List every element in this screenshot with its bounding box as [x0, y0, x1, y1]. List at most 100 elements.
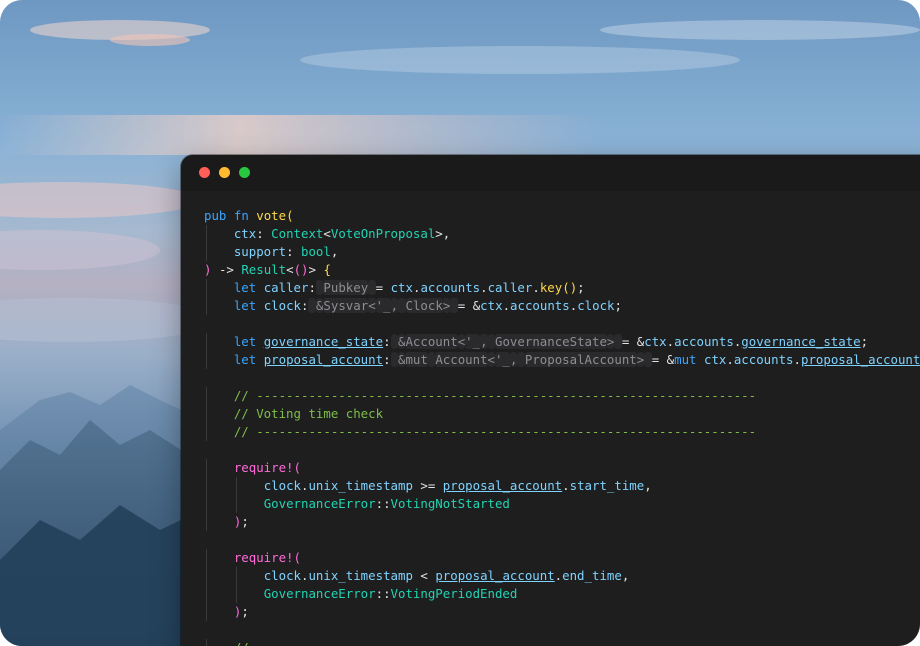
- code-token: (: [562, 280, 570, 295]
- code-token: [614, 334, 622, 349]
- code-token: Result: [241, 262, 287, 277]
- code-token: governance_state: [263, 334, 384, 349]
- code-token: // -------------------------------------…: [233, 388, 757, 403]
- zoom-button[interactable]: [239, 167, 250, 178]
- code-token: (: [293, 550, 301, 565]
- code-token: ctx: [390, 280, 413, 295]
- code-token: let: [233, 280, 257, 295]
- indent-guide: [235, 477, 237, 495]
- code-token: accounts: [674, 334, 734, 349]
- indent-guide: [206, 333, 207, 351]
- code-line: let clock: &Sysvar<'_, Clock> = &ctx.acc…: [204, 297, 920, 315]
- code-token: ;: [860, 334, 869, 349]
- code-token: ctx: [233, 226, 257, 241]
- code-token: ProposalAccount: [524, 352, 637, 367]
- code-token: <: [487, 352, 496, 367]
- code-line: GovernanceError::VotingPeriodEnded: [204, 585, 920, 603]
- window-titlebar: [181, 155, 920, 191]
- code-token: mut: [674, 352, 697, 367]
- code-token: .: [793, 352, 801, 367]
- close-button[interactable]: [199, 167, 210, 178]
- code-token: proposal_account: [435, 568, 555, 583]
- code-token: GovernanceError: [263, 496, 376, 511]
- code-line: // Voting time check: [204, 405, 920, 423]
- indent-guide: [206, 279, 207, 297]
- indent-guide: [206, 243, 207, 261]
- desktop-frame: pub fn vote( ctx: Context<VoteOnProposal…: [0, 0, 920, 646]
- code-token: :: [375, 496, 384, 511]
- code-token: :: [375, 586, 384, 601]
- indent-guide: [206, 603, 207, 621]
- code-token: '_: [375, 298, 391, 313]
- indent-guide: [235, 585, 237, 603]
- code-token: ctx: [703, 352, 727, 367]
- code-token: :: [308, 280, 316, 295]
- indent-guide: [206, 459, 207, 477]
- code-line: // -------------------------------------…: [204, 387, 920, 405]
- code-token: ,: [480, 334, 488, 349]
- code-token: caller: [487, 280, 533, 295]
- code-token: .: [532, 280, 540, 295]
- code-token: :: [383, 352, 391, 367]
- indent-guide: [206, 639, 207, 646]
- code-token: =: [375, 280, 384, 295]
- minimize-button[interactable]: [219, 167, 230, 178]
- code-token: // -------------------------------------…: [233, 424, 757, 439]
- code-token: <: [323, 226, 331, 241]
- code-line: support: bool,: [204, 243, 920, 261]
- code-line: // -------------------------------------…: [204, 423, 920, 441]
- code-token: VoteOnProposal: [330, 226, 436, 241]
- code-token: ,: [621, 568, 630, 583]
- code-token: let: [233, 298, 257, 313]
- code-line: require!(: [204, 549, 920, 567]
- code-token: .: [726, 352, 734, 367]
- code-area[interactable]: pub fn vote( ctx: Context<VoteOnProposal…: [204, 207, 920, 646]
- code-token: :: [383, 334, 391, 349]
- code-token: accounts: [510, 298, 570, 313]
- code-token: accounts: [733, 352, 794, 367]
- indent-guide: [206, 567, 207, 585]
- indent-guide: [206, 513, 207, 531]
- code-token: ,: [390, 298, 399, 313]
- code-token: :: [286, 244, 294, 259]
- indent-guide: [206, 225, 207, 243]
- code-token: key: [539, 280, 563, 295]
- code-token: ;: [614, 298, 622, 313]
- code-token: '_: [495, 352, 510, 367]
- code-token: ,: [442, 226, 451, 241]
- code-token: unix_timestamp: [308, 568, 413, 583]
- code-token: :: [256, 226, 264, 241]
- code-token: ;: [241, 514, 249, 529]
- code-token: vote: [256, 208, 287, 223]
- code-token: >: [420, 478, 428, 493]
- code-token: <: [420, 568, 428, 583]
- code-line: let caller: Pubkey = ctx.accounts.caller…: [204, 279, 920, 297]
- code-token: [368, 280, 376, 295]
- code-token: :: [383, 586, 391, 601]
